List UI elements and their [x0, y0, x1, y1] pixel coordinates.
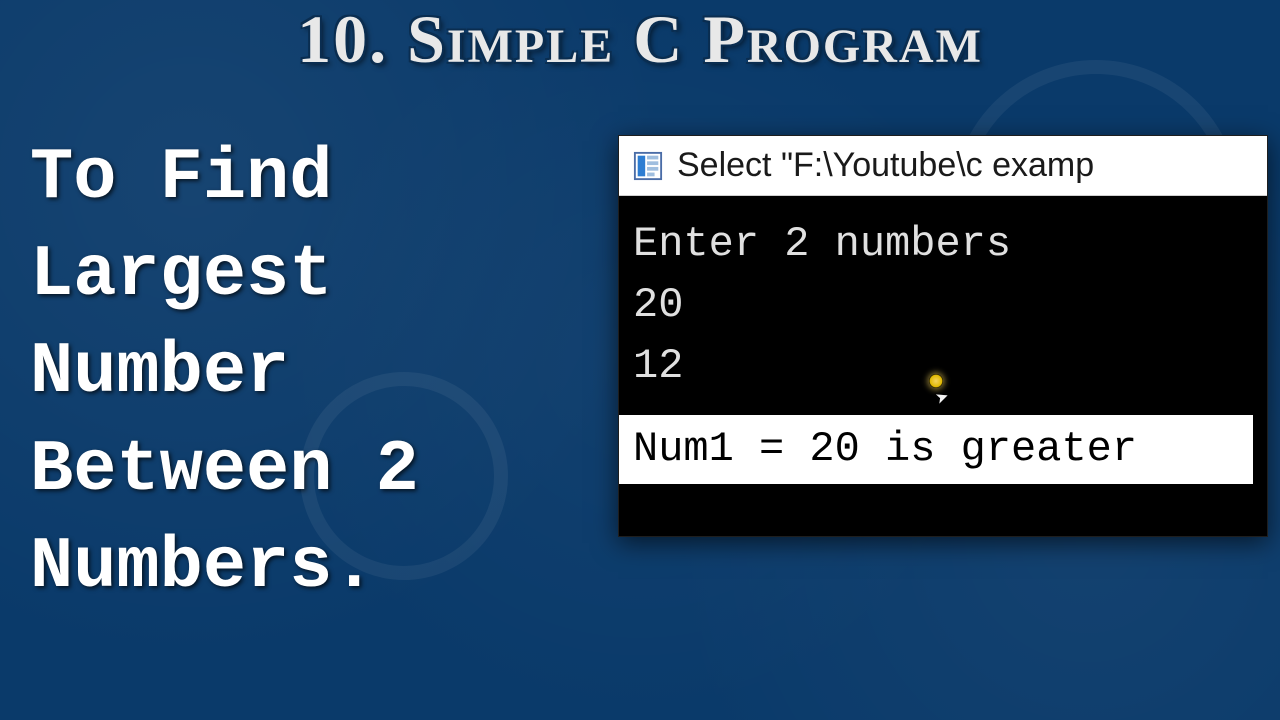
slide-subtitle: To Find Largest Number Between 2 Numbers…	[30, 130, 590, 616]
console-highlighted-line: Num1 = 20 is greater	[619, 415, 1253, 484]
console-output[interactable]: Enter 2 numbers 20 12 Num1 = 20 is great…	[619, 196, 1267, 536]
console-line: Enter 2 numbers	[633, 214, 1253, 275]
console-app-icon	[633, 151, 663, 181]
window-titlebar[interactable]: Select "F:\Youtube\c examp	[619, 136, 1267, 196]
window-title-text: Select "F:\Youtube\c examp	[677, 146, 1094, 185]
console-window: Select "F:\Youtube\c examp Enter 2 numbe…	[618, 135, 1268, 537]
slide-title: 10. Simple C Program	[0, 0, 1280, 79]
console-line: 20	[633, 275, 1253, 336]
